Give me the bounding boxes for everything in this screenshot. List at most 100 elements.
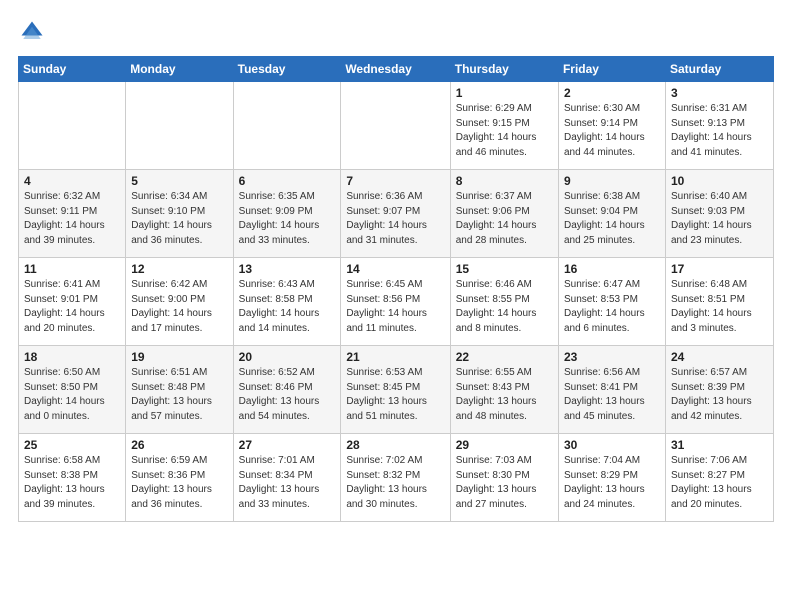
calendar-cell: 18 Sunrise: 6:50 AM Sunset: 8:50 PM Dayli… xyxy=(19,346,126,434)
day-number: 4 xyxy=(24,174,120,188)
day-number: 7 xyxy=(346,174,444,188)
day-info: Sunrise: 6:32 AM Sunset: 9:11 PM Dayligh… xyxy=(24,190,120,248)
calendar-week-row: 1 Sunrise: 6:29 AM Sunset: 9:15 PM Daylig… xyxy=(19,82,774,170)
day-info: Sunrise: 7:06 AM Sunset: 8:27 PM Dayligh… xyxy=(671,454,768,512)
calendar-weekday-friday: Friday xyxy=(558,57,665,82)
day-info: Sunrise: 6:48 AM Sunset: 8:51 PM Dayligh… xyxy=(671,278,768,336)
calendar-cell: 30Sunrise: 7:04 AM Sunset: 8:29 PM Dayli… xyxy=(558,434,665,522)
day-number: 26 xyxy=(131,438,227,452)
day-info: Sunrise: 6:31 AM Sunset: 9:13 PM Dayligh… xyxy=(671,102,768,160)
calendar-cell: 6 Sunrise: 6:35 AM Sunset: 9:09 PM Daylig… xyxy=(233,170,341,258)
day-info: Sunrise: 6:46 AM Sunset: 8:55 PM Dayligh… xyxy=(456,278,553,336)
day-number: 31 xyxy=(671,438,768,452)
calendar-cell: 21 Sunrise: 6:53 AM Sunset: 8:45 PM Dayli… xyxy=(341,346,450,434)
day-info: Sunrise: 6:30 AM Sunset: 9:14 PM Dayligh… xyxy=(564,102,660,160)
calendar-cell: 20Sunrise: 6:52 AM Sunset: 8:46 PM Dayli… xyxy=(233,346,341,434)
day-info: Sunrise: 6:57 AM Sunset: 8:39 PM Dayligh… xyxy=(671,366,768,424)
day-number: 20 xyxy=(239,350,336,364)
day-number: 11 xyxy=(24,262,120,276)
day-number: 29 xyxy=(456,438,553,452)
calendar-cell: 1 Sunrise: 6:29 AM Sunset: 9:15 PM Daylig… xyxy=(450,82,558,170)
calendar-weekday-wednesday: Wednesday xyxy=(341,57,450,82)
day-number: 18 xyxy=(24,350,120,364)
calendar-cell xyxy=(126,82,233,170)
logo-icon xyxy=(18,18,46,46)
day-number: 27 xyxy=(239,438,336,452)
calendar-weekday-thursday: Thursday xyxy=(450,57,558,82)
calendar-table: SundayMondayTuesdayWednesdayThursdayFrid… xyxy=(18,56,774,522)
day-info: Sunrise: 6:59 AM Sunset: 8:36 PM Dayligh… xyxy=(131,454,227,512)
calendar-week-row: 25Sunrise: 6:58 AM Sunset: 8:38 PM Dayli… xyxy=(19,434,774,522)
calendar-cell: 9Sunrise: 6:38 AM Sunset: 9:04 PM Daylig… xyxy=(558,170,665,258)
calendar-week-row: 18 Sunrise: 6:50 AM Sunset: 8:50 PM Dayli… xyxy=(19,346,774,434)
day-info: Sunrise: 6:45 AM Sunset: 8:56 PM Dayligh… xyxy=(346,278,444,336)
day-number: 13 xyxy=(239,262,336,276)
day-number: 16 xyxy=(564,262,660,276)
day-info: Sunrise: 7:02 AM Sunset: 8:32 PM Dayligh… xyxy=(346,454,444,512)
calendar-cell: 17 Sunrise: 6:48 AM Sunset: 8:51 PM Dayli… xyxy=(665,258,773,346)
day-info: Sunrise: 6:29 AM Sunset: 9:15 PM Dayligh… xyxy=(456,102,553,160)
calendar-weekday-sunday: Sunday xyxy=(19,57,126,82)
day-info: Sunrise: 6:36 AM Sunset: 9:07 PM Dayligh… xyxy=(346,190,444,248)
day-number: 28 xyxy=(346,438,444,452)
day-info: Sunrise: 6:41 AM Sunset: 9:01 PM Dayligh… xyxy=(24,278,120,336)
day-info: Sunrise: 6:38 AM Sunset: 9:04 PM Dayligh… xyxy=(564,190,660,248)
calendar-cell xyxy=(19,82,126,170)
calendar-cell: 14 Sunrise: 6:45 AM Sunset: 8:56 PM Dayli… xyxy=(341,258,450,346)
calendar-weekday-saturday: Saturday xyxy=(665,57,773,82)
day-info: Sunrise: 6:35 AM Sunset: 9:09 PM Dayligh… xyxy=(239,190,336,248)
day-info: Sunrise: 7:04 AM Sunset: 8:29 PM Dayligh… xyxy=(564,454,660,512)
calendar-cell xyxy=(341,82,450,170)
header xyxy=(18,18,774,46)
day-info: Sunrise: 6:58 AM Sunset: 8:38 PM Dayligh… xyxy=(24,454,120,512)
day-info: Sunrise: 6:53 AM Sunset: 8:45 PM Dayligh… xyxy=(346,366,444,424)
day-number: 12 xyxy=(131,262,227,276)
day-number: 6 xyxy=(239,174,336,188)
day-info: Sunrise: 6:50 AM Sunset: 8:50 PM Dayligh… xyxy=(24,366,120,424)
calendar-cell: 28 Sunrise: 7:02 AM Sunset: 8:32 PM Dayli… xyxy=(341,434,450,522)
day-info: Sunrise: 6:56 AM Sunset: 8:41 PM Dayligh… xyxy=(564,366,660,424)
calendar-cell: 7 Sunrise: 6:36 AM Sunset: 9:07 PM Daylig… xyxy=(341,170,450,258)
day-number: 15 xyxy=(456,262,553,276)
calendar-cell: 23 Sunrise: 6:56 AM Sunset: 8:41 PM Dayli… xyxy=(558,346,665,434)
calendar-cell: 29 Sunrise: 7:03 AM Sunset: 8:30 PM Dayli… xyxy=(450,434,558,522)
day-number: 3 xyxy=(671,86,768,100)
day-number: 23 xyxy=(564,350,660,364)
calendar-cell: 26 Sunrise: 6:59 AM Sunset: 8:36 PM Dayli… xyxy=(126,434,233,522)
calendar-header-row: SundayMondayTuesdayWednesdayThursdayFrid… xyxy=(19,57,774,82)
calendar-cell: 16 Sunrise: 6:47 AM Sunset: 8:53 PM Dayli… xyxy=(558,258,665,346)
page: SundayMondayTuesdayWednesdayThursdayFrid… xyxy=(0,0,792,612)
day-info: Sunrise: 6:34 AM Sunset: 9:10 PM Dayligh… xyxy=(131,190,227,248)
day-number: 17 xyxy=(671,262,768,276)
day-number: 2 xyxy=(564,86,660,100)
day-number: 1 xyxy=(456,86,553,100)
calendar-weekday-monday: Monday xyxy=(126,57,233,82)
calendar-weekday-tuesday: Tuesday xyxy=(233,57,341,82)
day-info: Sunrise: 6:47 AM Sunset: 8:53 PM Dayligh… xyxy=(564,278,660,336)
day-info: Sunrise: 6:55 AM Sunset: 8:43 PM Dayligh… xyxy=(456,366,553,424)
day-info: Sunrise: 6:51 AM Sunset: 8:48 PM Dayligh… xyxy=(131,366,227,424)
calendar-cell: 27 Sunrise: 7:01 AM Sunset: 8:34 PM Dayli… xyxy=(233,434,341,522)
logo xyxy=(18,18,50,46)
day-number: 19 xyxy=(131,350,227,364)
day-number: 14 xyxy=(346,262,444,276)
calendar-cell: 2 Sunrise: 6:30 AM Sunset: 9:14 PM Daylig… xyxy=(558,82,665,170)
calendar-cell: 24Sunrise: 6:57 AM Sunset: 8:39 PM Dayli… xyxy=(665,346,773,434)
calendar-cell: 10Sunrise: 6:40 AM Sunset: 9:03 PM Dayli… xyxy=(665,170,773,258)
calendar-cell: 25Sunrise: 6:58 AM Sunset: 8:38 PM Dayli… xyxy=(19,434,126,522)
calendar-cell: 4 Sunrise: 6:32 AM Sunset: 9:11 PM Daylig… xyxy=(19,170,126,258)
calendar-cell: 31 Sunrise: 7:06 AM Sunset: 8:27 PM Dayli… xyxy=(665,434,773,522)
day-info: Sunrise: 6:43 AM Sunset: 8:58 PM Dayligh… xyxy=(239,278,336,336)
day-number: 5 xyxy=(131,174,227,188)
day-info: Sunrise: 6:37 AM Sunset: 9:06 PM Dayligh… xyxy=(456,190,553,248)
calendar-cell: 3 Sunrise: 6:31 AM Sunset: 9:13 PM Daylig… xyxy=(665,82,773,170)
day-info: Sunrise: 7:01 AM Sunset: 8:34 PM Dayligh… xyxy=(239,454,336,512)
day-info: Sunrise: 6:40 AM Sunset: 9:03 PM Dayligh… xyxy=(671,190,768,248)
calendar-cell: 13 Sunrise: 6:43 AM Sunset: 8:58 PM Dayli… xyxy=(233,258,341,346)
calendar-cell: 22Sunrise: 6:55 AM Sunset: 8:43 PM Dayli… xyxy=(450,346,558,434)
calendar-cell xyxy=(233,82,341,170)
calendar-week-row: 11 Sunrise: 6:41 AM Sunset: 9:01 PM Dayli… xyxy=(19,258,774,346)
day-info: Sunrise: 6:42 AM Sunset: 9:00 PM Dayligh… xyxy=(131,278,227,336)
day-number: 21 xyxy=(346,350,444,364)
day-info: Sunrise: 7:03 AM Sunset: 8:30 PM Dayligh… xyxy=(456,454,553,512)
